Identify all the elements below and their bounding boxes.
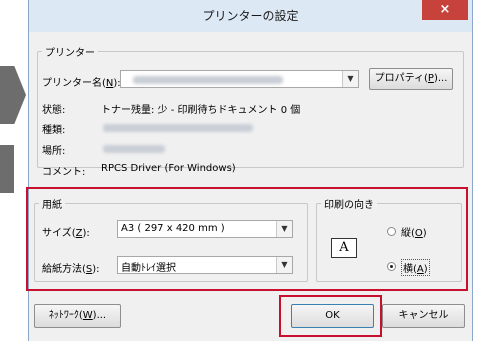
type-value-redacted xyxy=(103,124,253,132)
callout-arrow-shape-lower xyxy=(0,145,14,193)
printer-name-redacted xyxy=(133,76,283,84)
ok-button-highlight xyxy=(279,295,382,337)
location-value-redacted xyxy=(103,145,165,153)
status-label: 状態: xyxy=(42,105,66,116)
type-label: 種類: xyxy=(42,125,66,136)
status-value: トナー残量: 少 - 印刷待ちドキュメント 0 個 xyxy=(101,105,301,116)
close-icon: × xyxy=(439,2,451,17)
paper-orientation-highlight xyxy=(26,187,468,291)
printer-name-label: プリンター名(N): xyxy=(42,78,121,89)
callout-arrow-shape xyxy=(0,66,26,124)
comment-label: コメント: xyxy=(42,167,86,178)
printer-group-legend: プリンター xyxy=(45,48,95,59)
dialog-title: プリンターの設定 xyxy=(202,9,299,23)
network-button[interactable]: ﾈｯﾄﾜｰｸ(W)... xyxy=(34,304,121,328)
printer-name-select[interactable]: ▼ xyxy=(120,70,359,88)
chevron-down-icon[interactable]: ▼ xyxy=(342,71,358,87)
network-access-key: W xyxy=(82,310,93,321)
properties-button[interactable]: プロパティ(P)... xyxy=(369,68,453,90)
cancel-button[interactable]: キャンセル xyxy=(382,304,465,328)
close-button[interactable]: × xyxy=(422,0,468,20)
location-label: 場所: xyxy=(42,146,66,157)
comment-value: RPCS Driver (For Windows) xyxy=(101,163,236,174)
